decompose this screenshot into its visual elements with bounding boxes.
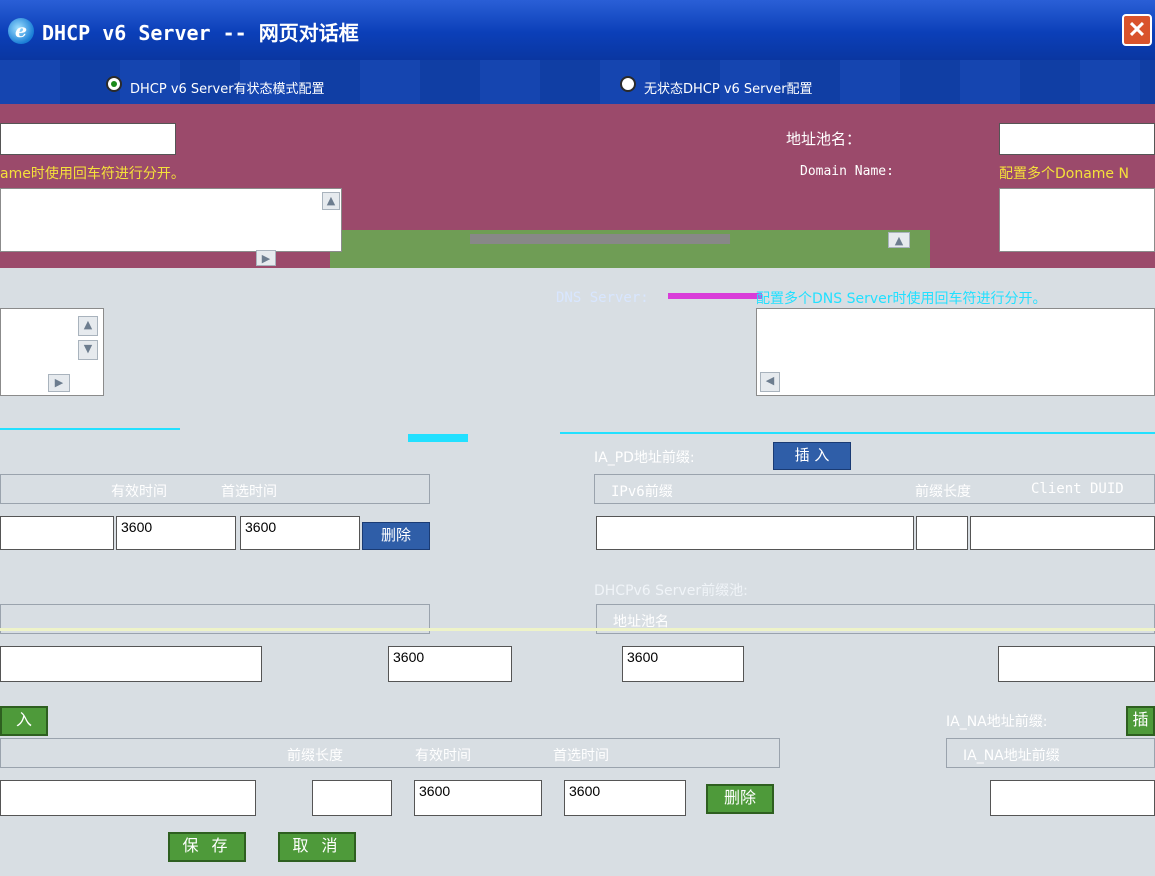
prefix-pool-extra-input[interactable]: [998, 646, 1155, 682]
scroll-right-icon[interactable]: ▶: [256, 250, 276, 266]
save-button[interactable]: 保 存: [168, 832, 246, 862]
ia-pd-insert-button[interactable]: 插 入: [773, 442, 851, 470]
mode-radio-stateful[interactable]: [106, 76, 122, 92]
ia-pd-label: IA_PD地址前缀:: [594, 450, 695, 466]
section-underline-left: [0, 428, 180, 430]
ia-na-insert-button[interactable]: 插: [1126, 706, 1155, 736]
scroll-up-icon[interactable]: ▲: [78, 316, 98, 336]
cancel-button[interactable]: 取 消: [278, 832, 356, 862]
prefix-pool-label: DHCPv6 Server前缀池:: [594, 583, 748, 599]
prefix-pool-preferred-input[interactable]: 3600: [622, 646, 744, 682]
left-table-2-length-input[interactable]: [312, 780, 392, 816]
ia-pd-prefix-input[interactable]: [596, 516, 914, 550]
left-table-2-prefix-input[interactable]: [0, 780, 256, 816]
left-table-1-preferred-input[interactable]: 3600: [240, 516, 360, 550]
col-preferred-time: 首选时间: [221, 484, 277, 500]
scroll-right-icon[interactable]: ▶: [48, 374, 70, 392]
mode-radio-stateless[interactable]: [620, 76, 636, 92]
left-table-2-delete-button[interactable]: 删除: [706, 784, 774, 814]
left-table-1-valid-input[interactable]: 3600: [116, 516, 236, 550]
ia-na-prefix-input[interactable]: [990, 780, 1155, 816]
section-underline-right: [560, 432, 1155, 434]
domain-hint-right: 配置多个Doname N: [999, 166, 1129, 182]
col-client-duid: Client DUID: [1031, 481, 1124, 497]
domain-name-label: Domain Name:: [800, 164, 894, 179]
col-prefix-length: 前缀长度: [287, 748, 343, 764]
ia-na-label: IA_NA地址前缀:: [946, 714, 1048, 730]
ia-pd-duid-input[interactable]: [970, 516, 1155, 550]
section-marker: [408, 434, 468, 442]
band-divider-line: [470, 234, 730, 244]
window-title: DHCP v6 Server -- 网页对话框: [42, 21, 359, 45]
pool-name-label: 地址池名：: [786, 130, 862, 148]
left-table-2-valid-input[interactable]: 3600: [414, 780, 542, 816]
prefix-pool-name-input[interactable]: [0, 646, 262, 682]
ia-pd-table-header: IPv6前缀 前缀长度 Client DUID: [594, 474, 1155, 504]
col-prefix-length: 前缀长度: [915, 484, 971, 500]
left-table-1-header: 有效时间 首选时间: [0, 474, 430, 504]
col-preferred-time: 首选时间: [553, 748, 609, 764]
col-ia-na-prefix: IA_NA地址前缀: [963, 748, 1060, 764]
ia-na-header: IA_NA地址前缀: [946, 738, 1155, 768]
pool-name-input[interactable]: [999, 123, 1155, 155]
left-table-2-header: 前缀长度 有效时间 首选时间: [0, 738, 780, 768]
mode-label-stateless: 无状态DHCP v6 Server配置: [644, 82, 813, 97]
scroll-down-icon[interactable]: ▼: [78, 340, 98, 360]
domain-textarea-left[interactable]: [0, 188, 342, 252]
domain-name-textarea[interactable]: [999, 188, 1155, 252]
col-valid-time: 有效时间: [111, 484, 167, 500]
dns-server-label: DNS Server:: [556, 290, 649, 306]
left-insert-button[interactable]: 入: [0, 706, 48, 736]
scroll-left-icon[interactable]: ◀: [760, 372, 780, 392]
col-ipv6-prefix: IPv6前缀: [611, 484, 673, 500]
left-table-1-delete-button[interactable]: 删除: [362, 522, 430, 550]
scroll-up-icon[interactable]: ▲: [888, 232, 910, 248]
pool-field-left[interactable]: [0, 123, 176, 155]
left-table-1-field[interactable]: [0, 516, 114, 550]
scroll-up-icon[interactable]: ▲: [322, 192, 340, 210]
table-divider: [0, 628, 1155, 631]
dns-server-textarea[interactable]: [756, 308, 1155, 396]
dns-hint: 配置多个DNS Server时使用回车符进行分开。: [756, 291, 1047, 307]
col-valid-time: 有效时间: [415, 748, 471, 764]
left-table-2-preferred-input[interactable]: 3600: [564, 780, 686, 816]
ie-icon: e: [8, 18, 34, 44]
prefix-pool-valid-input[interactable]: 3600: [388, 646, 512, 682]
domain-hint-left: ame时使用回车符进行分开。: [0, 166, 185, 182]
ia-pd-length-input[interactable]: [916, 516, 968, 550]
mode-label-stateful: DHCP v6 Server有状态模式配置: [130, 82, 325, 97]
close-button[interactable]: ✕: [1122, 14, 1152, 46]
dns-accent-bar: [668, 293, 762, 299]
